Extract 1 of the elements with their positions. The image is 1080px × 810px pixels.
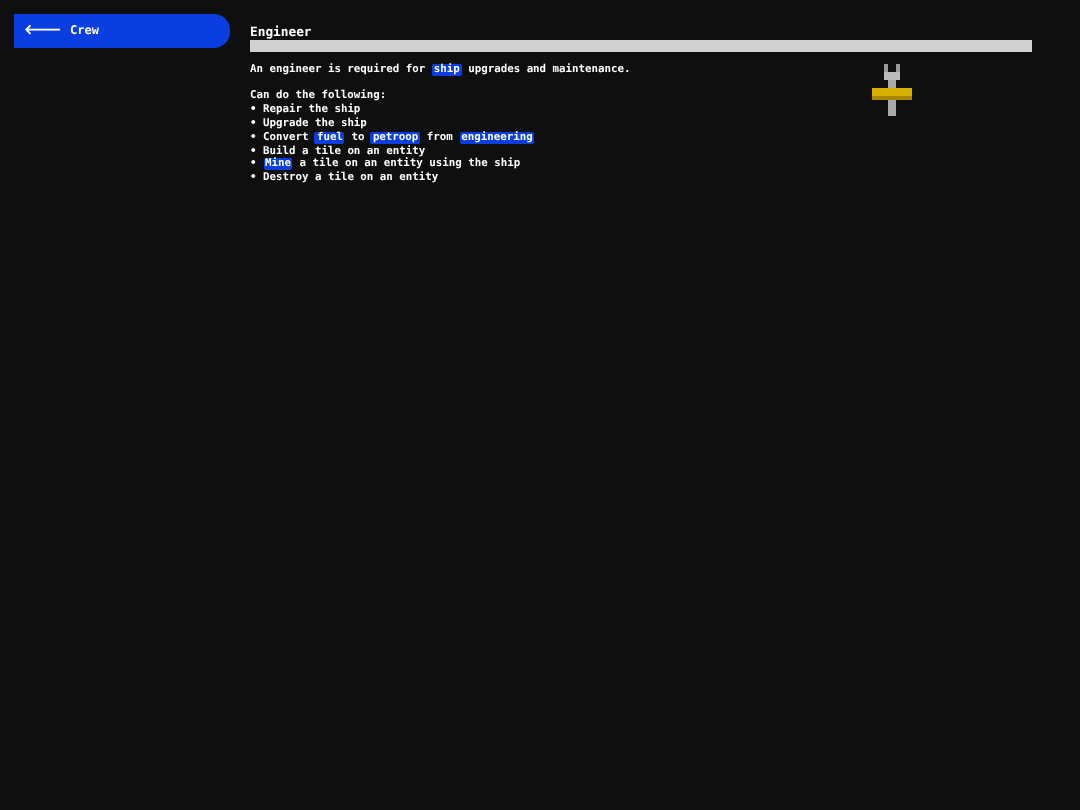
wrench-icon: [872, 64, 912, 116]
